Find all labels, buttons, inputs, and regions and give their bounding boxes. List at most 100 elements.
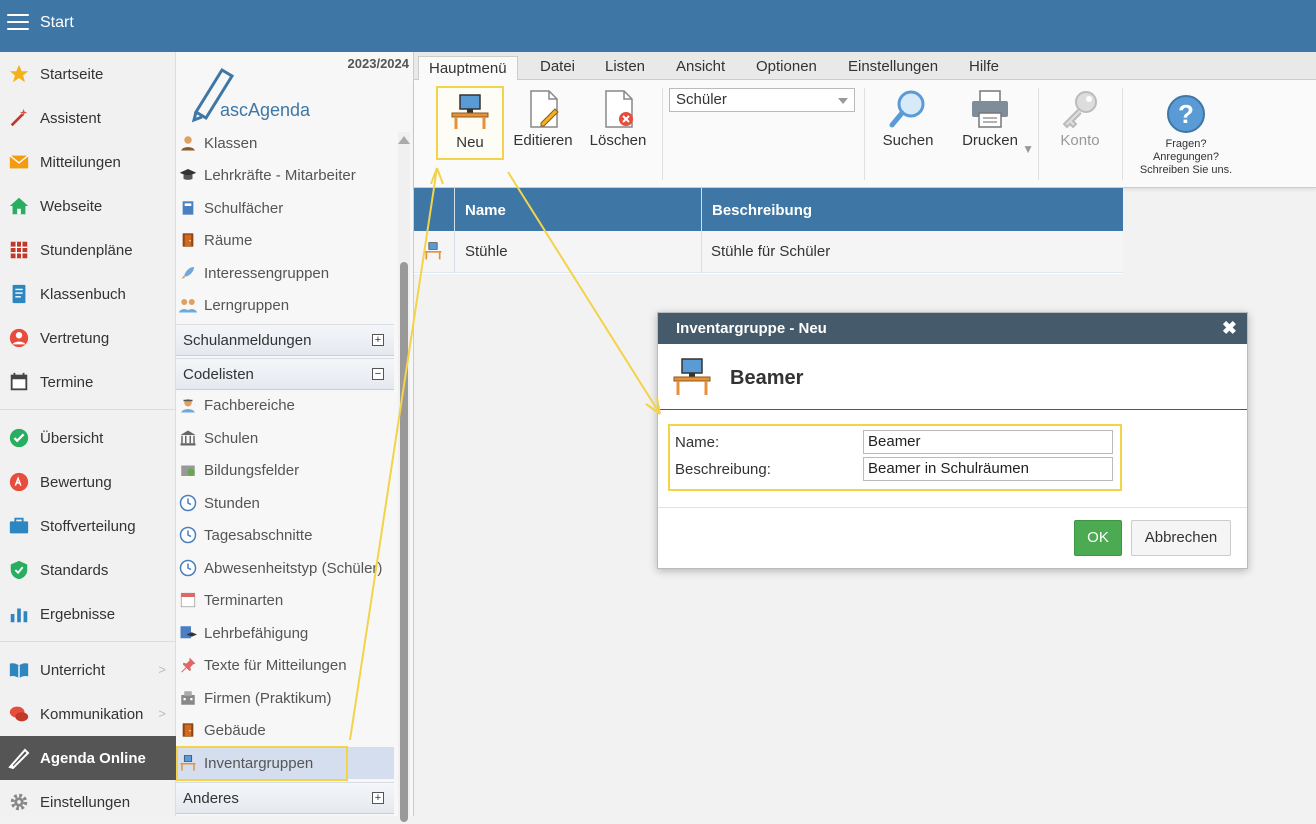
nav-item-startseite[interactable]: Startseite [0,52,176,96]
tree-item-schulen[interactable]: Schulen [176,422,394,454]
graduation-cap-icon [178,165,198,185]
clock-icon [178,493,198,513]
dialog-footer-divider [658,507,1247,508]
tab-hilfe[interactable]: Hilfe [969,58,999,75]
name-field[interactable]: Beamer [863,430,1113,454]
edit-label: Editieren [513,132,573,149]
tree-item-klassen[interactable]: Klassen [176,127,394,159]
nav-item-stoffverteilung[interactable]: Stoffverteilung [0,504,176,548]
nav-item-unterricht[interactable]: Unterricht > [0,648,176,692]
delete-button[interactable]: Löschen [586,86,650,160]
desk-computer-icon [672,357,712,402]
tree-label: Inventargruppen [204,754,314,772]
edit-button[interactable]: Editieren [512,86,574,160]
collapse-toggle[interactable]: − [372,368,384,380]
tree-label: Fachbereiche [204,396,295,414]
pen-logo-icon [7,746,31,770]
delete-document-icon [596,86,640,132]
tree-item-bildungsfelder[interactable]: Bildungsfelder [176,454,394,486]
nav-item-uebersicht[interactable]: Übersicht [0,416,176,460]
help-line: Schreiben Sie uns. [1139,164,1233,176]
search-button[interactable]: Suchen [878,86,938,160]
tree-item-texte-fuer-mitteilungen[interactable]: Texte für Mitteilungen [176,649,394,681]
account-button[interactable]: Konto [1050,86,1110,160]
tree-scrollbar[interactable] [398,132,410,822]
nav-item-agenda-online[interactable]: Agenda Online [0,736,176,780]
tree-item-abwesenheitstyp[interactable]: Abwesenheitstyp (Schüler) [176,552,394,584]
nav-item-vertretung[interactable]: Vertretung [0,316,176,360]
help-line: Anregungen? [1152,151,1220,163]
tree-item-inventargruppen[interactable]: Inventargruppen [176,747,394,779]
dropdown-arrow-icon[interactable]: ▼ [1022,142,1034,156]
section-codelisten[interactable]: Codelisten − [176,358,394,390]
nav-label: Stoffverteilung [40,517,136,535]
tree-label: Klassen [204,134,258,152]
nav-divider [0,641,176,642]
tab-ansicht[interactable]: Ansicht [676,58,725,75]
category-select[interactable]: Schüler [669,88,855,112]
cancel-button[interactable]: Abbrechen [1131,520,1231,556]
description-field[interactable]: Beamer in Schulräumen [863,457,1113,481]
tab-hauptmenue[interactable]: Hauptmenü [418,56,518,81]
tree-item-fachbereiche[interactable]: Fachbereiche [176,389,394,421]
print-button[interactable]: Drucken ▼ [950,86,1034,160]
section-schulanmeldungen[interactable]: Schulanmeldungen + [176,324,394,356]
house-icon [7,194,31,218]
nav-item-einstellungen[interactable]: Einstellungen [0,780,176,824]
tab-einstellungen[interactable]: Einstellungen [848,58,938,75]
nav-item-standards[interactable]: Standards [0,548,176,592]
nav-item-stundenplaene[interactable]: Stundenpläne [0,228,176,272]
tree-label: Stunden [204,494,260,512]
nav-item-ergebnisse[interactable]: Ergebnisse [0,592,176,636]
new-button[interactable]: Neu [436,86,504,160]
tab-listen[interactable]: Listen [605,58,645,75]
nav-item-webseite[interactable]: Webseite [0,184,176,228]
desk-computer-icon [178,753,198,773]
tab-datei[interactable]: Datei [540,58,575,75]
education-field-icon [178,460,198,480]
nav-label: Termine [40,373,94,391]
book-icon [178,198,198,218]
nav-item-assistent[interactable]: Assistent [0,96,176,140]
tree-item-lehrbefaehigung[interactable]: Lehrbefähigung [176,617,394,649]
tree-item-gebaeude[interactable]: Gebäude [176,714,394,746]
expand-toggle[interactable]: + [372,792,384,804]
toolbar-separator [662,88,663,180]
table-row[interactable]: Stühle Stühle für Schüler [414,231,1123,273]
rocket-icon [178,263,198,283]
nav-item-mitteilungen[interactable]: Mitteilungen [0,140,176,184]
feedback-button[interactable]: ? Fragen? Anregungen? Schreiben Sie uns. [1132,94,1240,177]
close-icon[interactable]: ✖ [1222,318,1237,339]
column-header-name[interactable]: Name [465,202,506,219]
nav-item-klassenbuch[interactable]: Klassenbuch [0,272,176,316]
tree-item-firmen[interactable]: Firmen (Praktikum) [176,682,394,714]
tree-item-interessengruppen[interactable]: Interessengruppen [176,257,394,289]
tree-item-stunden[interactable]: Stunden [176,487,394,519]
nav-item-kommunikation[interactable]: Kommunikation > [0,692,176,736]
section-anderes[interactable]: Anderes + [176,782,394,814]
tree-item-raeume[interactable]: Räume [176,224,394,256]
tree-item-lehrkraefte[interactable]: Lehrkräfte - Mitarbeiter [176,159,394,191]
nav-item-bewertung[interactable]: Bewertung [0,460,176,504]
dialog-title: Inventargruppe - Neu [676,320,827,337]
tree-item-terminarten[interactable]: Terminarten [176,584,394,616]
tree-item-lerngruppen[interactable]: Lerngruppen [176,289,394,321]
column-header-description[interactable]: Beschreibung [712,202,812,219]
scroll-up-arrow-icon[interactable] [398,136,410,144]
nav-item-termine[interactable]: Termine [0,360,176,404]
expand-toggle[interactable]: + [372,334,384,346]
calendar-page-icon [178,590,198,610]
tree-item-tagesabschnitte[interactable]: Tagesabschnitte [176,519,394,551]
help-line: Fragen? [1165,138,1207,150]
tree-item-schulfaecher[interactable]: Schulfächer [176,192,394,224]
ok-button[interactable]: OK [1074,520,1122,556]
tab-optionen[interactable]: Optionen [756,58,817,75]
tree-label: Schulen [204,429,259,447]
hamburger-menu-icon[interactable] [7,14,29,32]
scrollbar-thumb[interactable] [400,262,408,822]
tree-label: Firmen (Praktikum) [204,689,332,707]
nav-label: Klassenbuch [40,285,126,303]
company-icon [178,688,198,708]
tree-label: Lerngruppen [204,296,290,314]
pin-icon [178,655,198,675]
